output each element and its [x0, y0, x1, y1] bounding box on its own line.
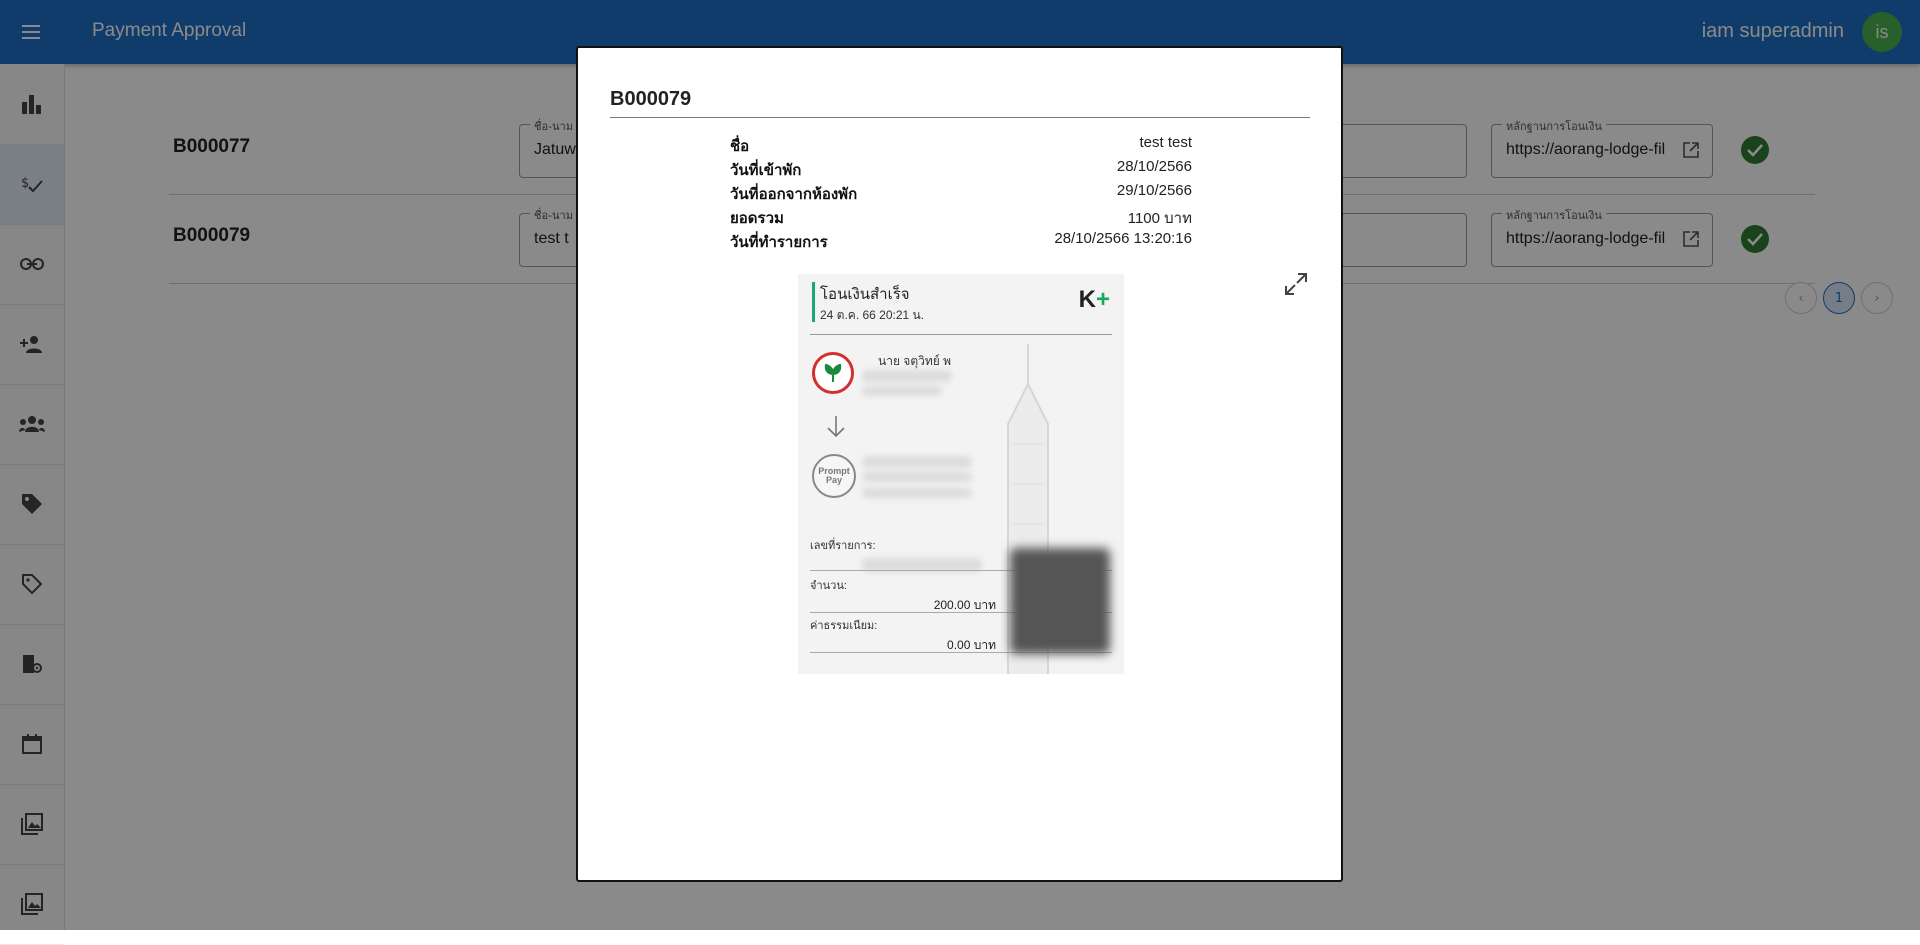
divider	[610, 117, 1310, 118]
dialog-title: B000079	[610, 88, 692, 110]
kplus-logo: K+	[1079, 286, 1110, 314]
promptpay-logo-icon: Prompt Pay	[812, 454, 856, 498]
detail-value: 29/10/2566	[1116, 182, 1192, 199]
detail-label: ยอดรวม	[730, 209, 784, 227]
detail-row: วันที่เข้าพัก 28/10/2566	[730, 156, 1192, 180]
detail-label: วันที่เข้าพัก	[730, 161, 802, 179]
detail-row: วันที่ทำรายการ 28/10/2566 13:20:16	[730, 228, 1192, 252]
detail-label: วันที่ทำรายการ	[730, 233, 828, 251]
detail-label: วันที่ออกจากห้องพัก	[730, 185, 858, 203]
kbank-logo-icon	[812, 352, 854, 394]
redacted-text	[862, 472, 972, 482]
amount-label: จำนวน:	[810, 580, 847, 592]
sender-name: นาย จตุวิทย์ พ	[878, 354, 952, 368]
redacted-text	[862, 370, 952, 382]
arrow-down-icon	[827, 416, 845, 438]
redacted-qr-code	[1010, 548, 1110, 654]
redacted-text	[862, 386, 942, 396]
booking-details: ชื่อ test test วันที่เข้าพัก 28/10/2566 …	[730, 132, 1192, 252]
redacted-text	[862, 488, 972, 498]
redacted-text	[862, 456, 972, 468]
detail-row: ชื่อ test test	[730, 132, 1192, 156]
slip-date: 24 ต.ค. 66 20:21 น.	[820, 308, 925, 322]
slip-divider	[810, 334, 1112, 335]
slip-title: โอนเงินสำเร็จ	[820, 286, 910, 303]
detail-value: 28/10/2566 13:20:16	[1054, 230, 1192, 247]
detail-value: test test	[1139, 134, 1192, 151]
kplus-logo-plus: +	[1095, 286, 1110, 313]
detail-value: 28/10/2566	[1116, 158, 1192, 175]
detail-row: ยอดรวม 1100 บาท	[730, 204, 1192, 228]
kplus-logo-k: K	[1078, 286, 1096, 313]
transfer-slip-image: โอนเงินสำเร็จ 24 ต.ค. 66 20:21 น. K+ นาย…	[798, 274, 1124, 674]
detail-row: วันที่ออกจากห้องพัก 29/10/2566	[730, 180, 1192, 204]
reference-label: เลขที่รายการ:	[810, 540, 876, 552]
detail-label: ชื่อ	[730, 137, 750, 155]
detail-value: 1100 บาท	[1127, 210, 1192, 227]
fee-label: ค่าธรรมเนียม:	[810, 620, 878, 632]
payment-detail-dialog: B000079 ชื่อ test test วันที่เข้าพัก 28/…	[576, 46, 1343, 882]
expand-icon	[1285, 273, 1307, 295]
fullscreen-button[interactable]	[1284, 272, 1308, 296]
accent-bar	[812, 282, 815, 322]
